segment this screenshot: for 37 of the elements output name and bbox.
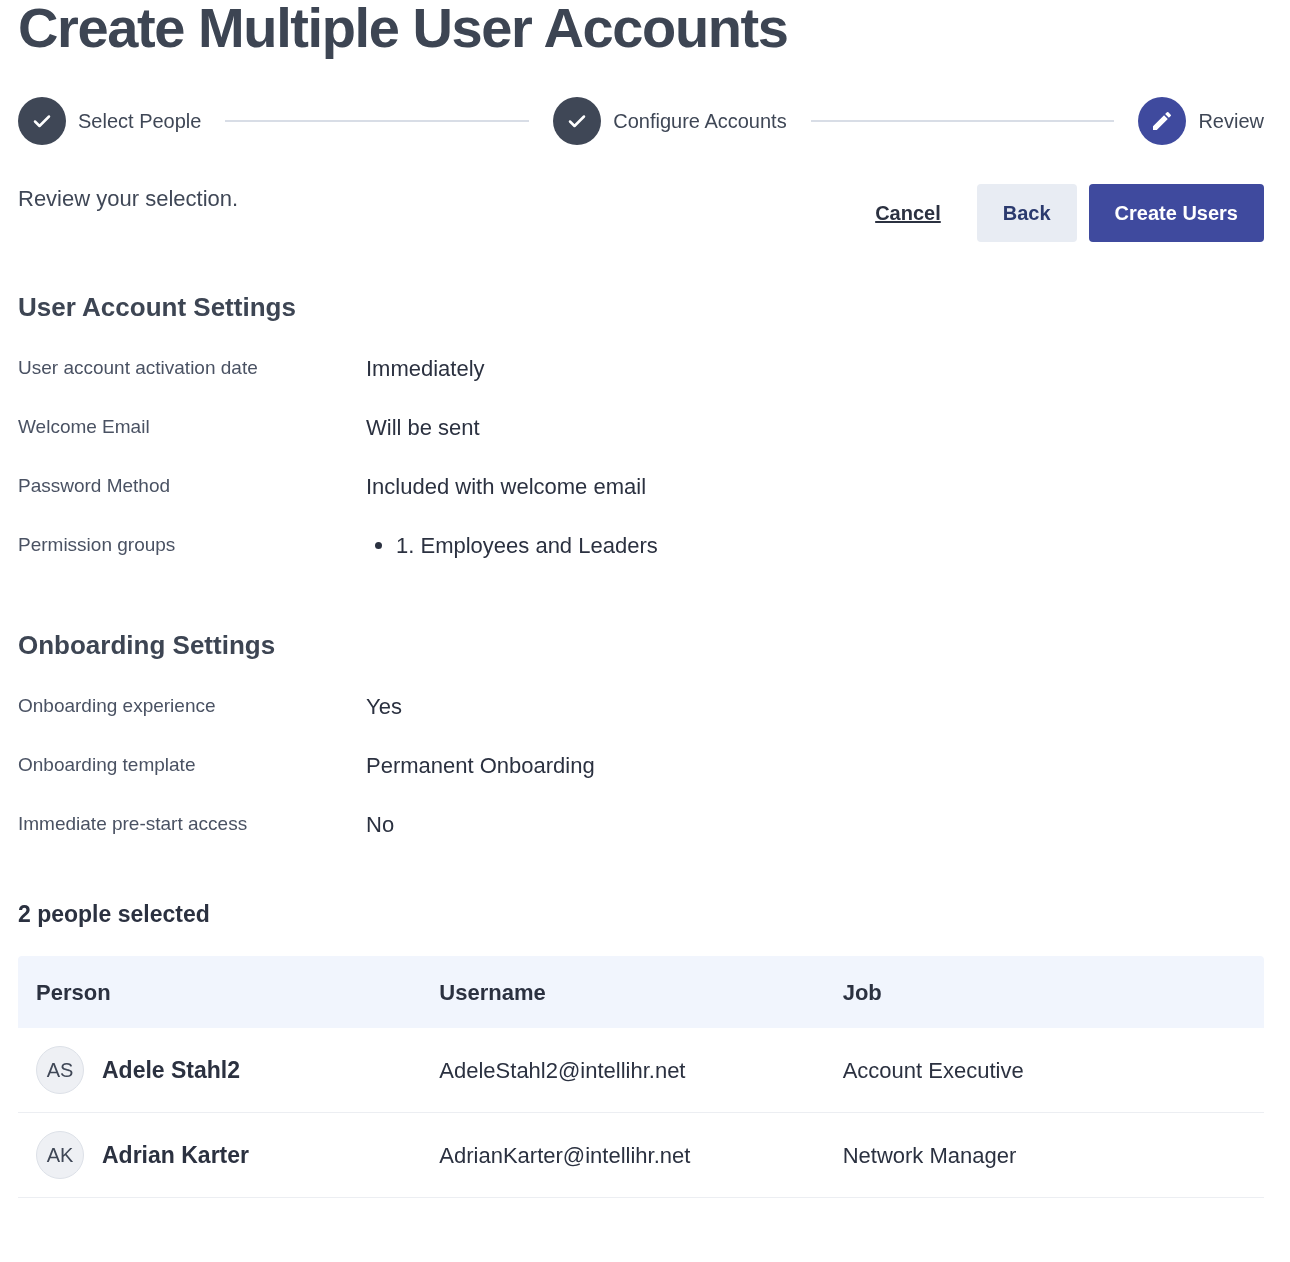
setting-value: 1. Employees and Leaders [396, 531, 658, 560]
column-header: Username [439, 978, 547, 1007]
back-button[interactable]: Back [976, 184, 1077, 242]
setting-value: Immediately [366, 354, 485, 383]
username-cell-text: AdeleStahl2@intellihr.net [439, 1056, 687, 1085]
section-heading: User Account Settings [18, 291, 297, 324]
setting-label: Onboarding experience [18, 693, 217, 718]
setting-label: Permission groups [18, 532, 177, 557]
setting-value: No [366, 810, 395, 839]
setting-label: Immediate pre-start access [18, 811, 249, 836]
person-name: Adele Stahl2 [102, 1055, 241, 1085]
person-name: Adrian Karter [102, 1140, 249, 1170]
step-label: Select People [78, 109, 202, 134]
setting-value: Included with welcome email [366, 472, 647, 501]
job-cell-text: Account Executive [842, 1056, 1025, 1085]
instruction-text: Review your selection. [18, 185, 239, 213]
column-header: Person [36, 978, 112, 1007]
cancel-link[interactable]: Cancel [875, 198, 941, 228]
setting-label: Onboarding template [18, 752, 197, 777]
username-cell-text: AdrianKarter@intellihr.net [439, 1141, 692, 1170]
setting-value: Will be sent [366, 413, 480, 442]
avatar: AK [36, 1131, 84, 1179]
setting-label: User account activation date [18, 355, 259, 380]
create-users-button[interactable]: Create Users [1088, 184, 1264, 242]
page-title: Create Multiple User Accounts [18, 0, 789, 58]
setting-value: Permanent Onboarding [366, 751, 595, 780]
setting-value: Yes [366, 692, 402, 721]
step-label: Review [1198, 109, 1264, 134]
setting-label: Welcome Email [18, 414, 151, 439]
bullet-icon [375, 541, 382, 549]
step-label: Configure Accounts [613, 109, 787, 134]
setting-label: Password Method [18, 473, 172, 498]
column-header: Job [842, 978, 883, 1007]
avatar: AS [36, 1046, 84, 1094]
section-heading: Onboarding Settings [18, 629, 277, 662]
selected-count: 2 people selected [18, 900, 211, 929]
job-cell-text: Network Manager [842, 1141, 1018, 1170]
